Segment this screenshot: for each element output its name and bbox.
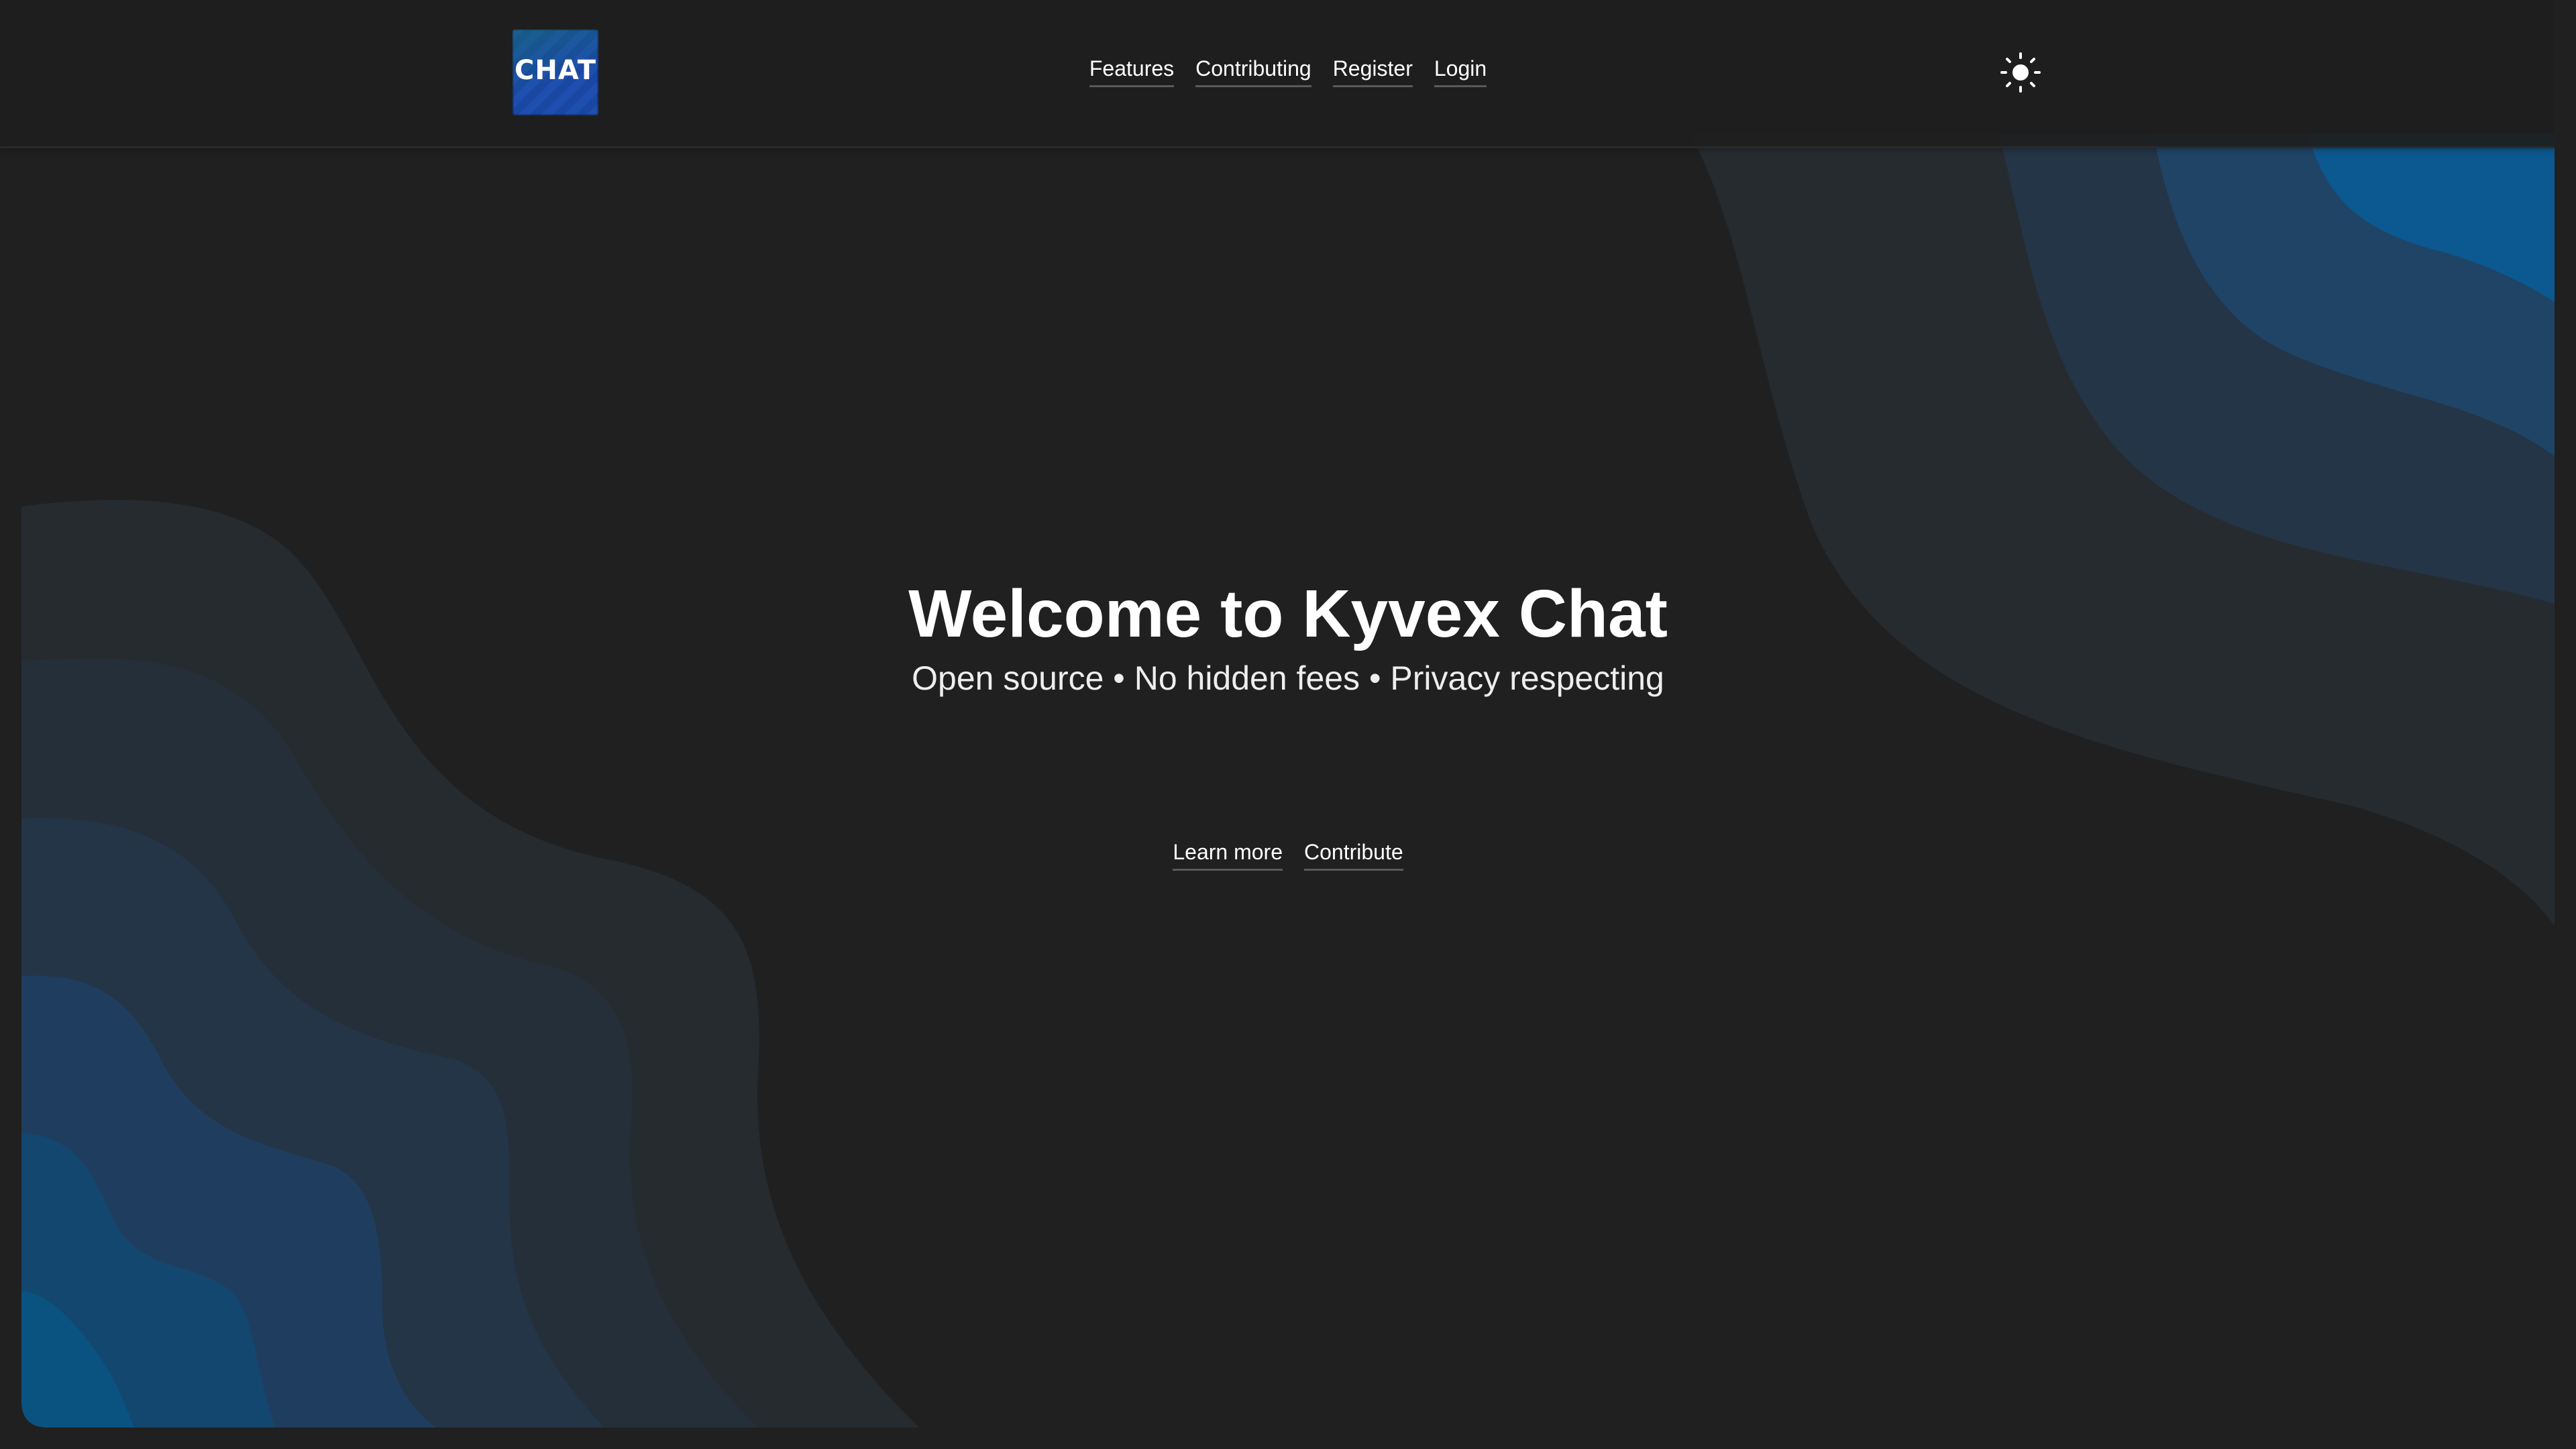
landing-page: CHAT Features Contributing Register Logi… bbox=[0, 0, 2576, 1449]
wave-top-right-3 bbox=[2153, 134, 2555, 456]
wave-bottom-left-6 bbox=[21, 1291, 134, 1428]
hero-title: Welcome to Kyvex Chat bbox=[908, 576, 1668, 651]
page-scrollbar[interactable] bbox=[2555, 0, 2576, 1449]
nav-link-features[interactable]: Features bbox=[1089, 56, 1175, 87]
nav-link-login[interactable]: Login bbox=[1434, 56, 1487, 87]
contribute-link[interactable]: Contribute bbox=[1304, 840, 1403, 871]
header-divider bbox=[0, 146, 2576, 148]
wave-top-right-2 bbox=[1999, 134, 2555, 604]
wave-bottom-left-5 bbox=[21, 1134, 275, 1428]
nav-link-register[interactable]: Register bbox=[1332, 56, 1413, 87]
wave-top-right-1 bbox=[1690, 134, 2555, 926]
hero-section: Welcome to Kyvex Chat Open source • No h… bbox=[0, 577, 2576, 698]
theme-toggle-button[interactable] bbox=[1999, 51, 2042, 94]
nav-link-contributing[interactable]: Contributing bbox=[1195, 56, 1311, 87]
hero-subtitle: Open source • No hidden fees • Privacy r… bbox=[912, 659, 1664, 697]
main-nav: Features Contributing Register Login bbox=[0, 56, 2576, 87]
wave-top-right-4 bbox=[2308, 134, 2555, 302]
top-navbar: CHAT Features Contributing Register Logi… bbox=[0, 0, 2576, 146]
hero-actions: Learn more Contribute bbox=[0, 840, 2576, 871]
wave-decoration bbox=[21, 134, 2555, 1428]
wave-bottom-left-2 bbox=[21, 658, 758, 1428]
wave-bottom-left-4 bbox=[21, 975, 436, 1428]
wave-bottom-left-3 bbox=[21, 818, 604, 1428]
sun-icon bbox=[2000, 52, 2041, 93]
learn-more-link[interactable]: Learn more bbox=[1173, 840, 1283, 871]
